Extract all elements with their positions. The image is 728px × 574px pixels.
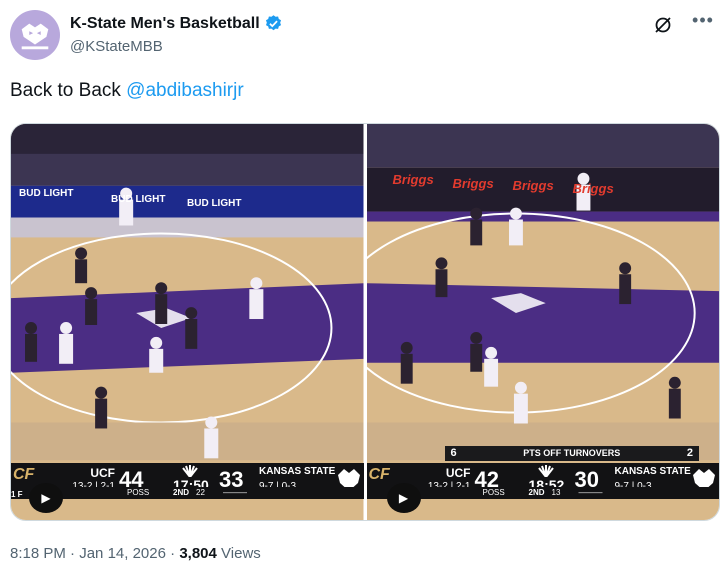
tweet-header: K-State Men's Basketball @KStateMBB ••• bbox=[10, 8, 720, 64]
ad-banner: Briggs bbox=[392, 172, 434, 187]
ad-banner: Briggs bbox=[572, 181, 614, 196]
away-team: UCF bbox=[445, 466, 471, 480]
display-name[interactable]: K-State Men's Basketball bbox=[70, 15, 260, 33]
video-frame-2[interactable]: Briggs Briggs Briggs Briggs 6 PTS OFF TU… bbox=[366, 124, 719, 520]
grok-icon[interactable] bbox=[652, 14, 674, 36]
period: 2ND bbox=[173, 488, 190, 497]
turnovers-left: 6 bbox=[450, 447, 457, 459]
media-grid[interactable]: BUD LIGHT BUD LIGHT BUD LIGHT CF UCF 13-… bbox=[10, 123, 720, 521]
video-frame-1[interactable]: BUD LIGHT BUD LIGHT BUD LIGHT CF UCF 13-… bbox=[11, 124, 364, 520]
turnovers-label: PTS OFF TURNOVERS bbox=[523, 448, 621, 458]
kstate-wildcat-logo-icon bbox=[21, 23, 49, 50]
ad-banner: BUD LIGHT bbox=[19, 188, 74, 199]
shot-clock: 13 bbox=[551, 488, 561, 497]
corner-label: 1 F bbox=[11, 490, 23, 499]
play-button[interactable]: ▶ bbox=[386, 483, 421, 513]
author-handle[interactable]: @KStateMBB bbox=[70, 38, 163, 55]
more-options-icon[interactable]: ••• bbox=[690, 10, 716, 32]
possession-label: POSS bbox=[127, 488, 150, 497]
tweet-meta: 8:18 PM · Jan 14, 2026 · 3,804 Views bbox=[10, 545, 261, 562]
ad-banner: Briggs bbox=[512, 178, 554, 193]
scoreboard-subrow: POSS 2ND 22 ——— bbox=[11, 487, 364, 499]
play-icon: ▶ bbox=[398, 491, 409, 505]
ad-banner: BUD LIGHT bbox=[111, 194, 166, 205]
verified-badge-icon bbox=[264, 14, 283, 33]
ad-banner: BUD LIGHT bbox=[187, 198, 242, 209]
author-name-row: K-State Men's Basketball bbox=[70, 14, 283, 33]
views-label: Views bbox=[221, 545, 261, 562]
divider: ——— bbox=[223, 488, 247, 497]
home-team: KANSAS STATE bbox=[259, 466, 336, 477]
away-team: UCF bbox=[90, 466, 115, 480]
tweet-date[interactable]: Jan 14, 2026 bbox=[79, 545, 166, 562]
home-team: KANSAS STATE bbox=[614, 466, 691, 477]
tweet-text-body: Back to Back bbox=[10, 80, 127, 101]
period: 2ND bbox=[528, 488, 545, 497]
tweet-text: Back to Back @abdibashirjr bbox=[10, 80, 244, 102]
nbc-peacock-icon bbox=[182, 465, 198, 477]
possession-label: POSS bbox=[482, 488, 505, 497]
court-scene-1 bbox=[11, 124, 364, 520]
play-icon: ▶ bbox=[41, 491, 51, 505]
turnovers-bar: 6 PTS OFF TURNOVERS 2 bbox=[444, 446, 699, 461]
mention-link[interactable]: @abdibashirjr bbox=[126, 80, 244, 101]
avatar[interactable] bbox=[10, 10, 60, 60]
shot-clock: 22 bbox=[196, 488, 205, 497]
divider: ——— bbox=[578, 488, 603, 497]
play-button[interactable]: ▶ bbox=[29, 483, 63, 513]
views-count: 3,804 bbox=[179, 545, 217, 562]
nbc-peacock-icon bbox=[537, 465, 554, 477]
meta-separator: · bbox=[170, 545, 176, 562]
turnovers-right: 2 bbox=[686, 447, 693, 459]
tweet-time[interactable]: 8:18 PM bbox=[10, 545, 66, 562]
meta-separator: · bbox=[70, 545, 76, 562]
ad-banner: Briggs bbox=[452, 176, 494, 191]
